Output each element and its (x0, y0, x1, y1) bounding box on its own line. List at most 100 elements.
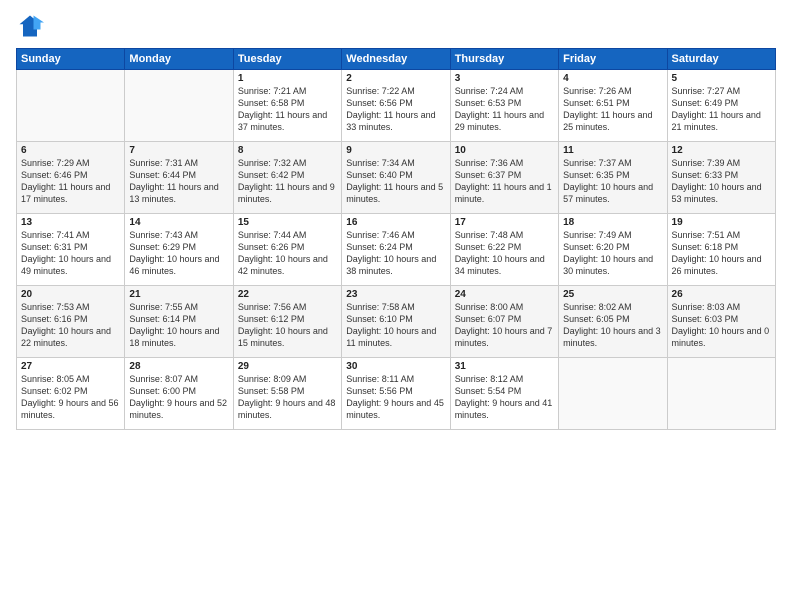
calendar-cell (559, 358, 667, 430)
calendar-cell: 15Sunrise: 7:44 AM Sunset: 6:26 PM Dayli… (233, 214, 341, 286)
calendar-cell: 25Sunrise: 8:02 AM Sunset: 6:05 PM Dayli… (559, 286, 667, 358)
day-number: 11 (563, 145, 662, 156)
calendar-cell: 21Sunrise: 7:55 AM Sunset: 6:14 PM Dayli… (125, 286, 233, 358)
day-number: 15 (238, 217, 337, 228)
weekday-header-monday: Monday (125, 49, 233, 70)
day-number: 3 (455, 73, 554, 84)
calendar-cell: 7Sunrise: 7:31 AM Sunset: 6:44 PM Daylig… (125, 142, 233, 214)
calendar-cell: 23Sunrise: 7:58 AM Sunset: 6:10 PM Dayli… (342, 286, 450, 358)
day-number: 30 (346, 361, 445, 372)
cell-content: Sunrise: 7:44 AM Sunset: 6:26 PM Dayligh… (238, 229, 337, 278)
calendar-cell: 11Sunrise: 7:37 AM Sunset: 6:35 PM Dayli… (559, 142, 667, 214)
day-number: 12 (672, 145, 771, 156)
day-number: 13 (21, 217, 120, 228)
cell-content: Sunrise: 7:39 AM Sunset: 6:33 PM Dayligh… (672, 157, 771, 206)
calendar-cell: 12Sunrise: 7:39 AM Sunset: 6:33 PM Dayli… (667, 142, 775, 214)
calendar-cell: 8Sunrise: 7:32 AM Sunset: 6:42 PM Daylig… (233, 142, 341, 214)
day-number: 8 (238, 145, 337, 156)
calendar-cell: 26Sunrise: 8:03 AM Sunset: 6:03 PM Dayli… (667, 286, 775, 358)
cell-content: Sunrise: 7:55 AM Sunset: 6:14 PM Dayligh… (129, 301, 228, 350)
calendar-cell: 20Sunrise: 7:53 AM Sunset: 6:16 PM Dayli… (17, 286, 125, 358)
calendar-cell (125, 70, 233, 142)
cell-content: Sunrise: 7:51 AM Sunset: 6:18 PM Dayligh… (672, 229, 771, 278)
calendar-cell: 2Sunrise: 7:22 AM Sunset: 6:56 PM Daylig… (342, 70, 450, 142)
cell-content: Sunrise: 7:21 AM Sunset: 6:58 PM Dayligh… (238, 85, 337, 134)
cell-content: Sunrise: 7:36 AM Sunset: 6:37 PM Dayligh… (455, 157, 554, 206)
logo-icon (16, 12, 44, 40)
cell-content: Sunrise: 7:34 AM Sunset: 6:40 PM Dayligh… (346, 157, 445, 206)
cell-content: Sunrise: 7:27 AM Sunset: 6:49 PM Dayligh… (672, 85, 771, 134)
calendar-cell: 24Sunrise: 8:00 AM Sunset: 6:07 PM Dayli… (450, 286, 558, 358)
cell-content: Sunrise: 8:07 AM Sunset: 6:00 PM Dayligh… (129, 373, 228, 422)
cell-content: Sunrise: 8:12 AM Sunset: 5:54 PM Dayligh… (455, 373, 554, 422)
day-number: 7 (129, 145, 228, 156)
calendar-cell: 17Sunrise: 7:48 AM Sunset: 6:22 PM Dayli… (450, 214, 558, 286)
weekday-header-thursday: Thursday (450, 49, 558, 70)
day-number: 20 (21, 289, 120, 300)
weekday-header-wednesday: Wednesday (342, 49, 450, 70)
cell-content: Sunrise: 7:22 AM Sunset: 6:56 PM Dayligh… (346, 85, 445, 134)
calendar-cell: 19Sunrise: 7:51 AM Sunset: 6:18 PM Dayli… (667, 214, 775, 286)
day-number: 4 (563, 73, 662, 84)
cell-content: Sunrise: 8:05 AM Sunset: 6:02 PM Dayligh… (21, 373, 120, 422)
cell-content: Sunrise: 8:00 AM Sunset: 6:07 PM Dayligh… (455, 301, 554, 350)
day-number: 27 (21, 361, 120, 372)
cell-content: Sunrise: 7:43 AM Sunset: 6:29 PM Dayligh… (129, 229, 228, 278)
weekday-header-tuesday: Tuesday (233, 49, 341, 70)
logo (16, 12, 46, 40)
cell-content: Sunrise: 8:09 AM Sunset: 5:58 PM Dayligh… (238, 373, 337, 422)
calendar-table: SundayMondayTuesdayWednesdayThursdayFrid… (16, 48, 776, 430)
calendar-cell: 6Sunrise: 7:29 AM Sunset: 6:46 PM Daylig… (17, 142, 125, 214)
calendar-cell: 4Sunrise: 7:26 AM Sunset: 6:51 PM Daylig… (559, 70, 667, 142)
calendar-cell: 22Sunrise: 7:56 AM Sunset: 6:12 PM Dayli… (233, 286, 341, 358)
day-number: 29 (238, 361, 337, 372)
calendar-week-row: 1Sunrise: 7:21 AM Sunset: 6:58 PM Daylig… (17, 70, 776, 142)
day-number: 9 (346, 145, 445, 156)
calendar-week-row: 27Sunrise: 8:05 AM Sunset: 6:02 PM Dayli… (17, 358, 776, 430)
cell-content: Sunrise: 7:46 AM Sunset: 6:24 PM Dayligh… (346, 229, 445, 278)
day-number: 26 (672, 289, 771, 300)
cell-content: Sunrise: 7:48 AM Sunset: 6:22 PM Dayligh… (455, 229, 554, 278)
day-number: 23 (346, 289, 445, 300)
cell-content: Sunrise: 7:56 AM Sunset: 6:12 PM Dayligh… (238, 301, 337, 350)
weekday-header-sunday: Sunday (17, 49, 125, 70)
cell-content: Sunrise: 7:41 AM Sunset: 6:31 PM Dayligh… (21, 229, 120, 278)
weekday-header-saturday: Saturday (667, 49, 775, 70)
day-number: 6 (21, 145, 120, 156)
day-number: 24 (455, 289, 554, 300)
header (16, 12, 776, 40)
cell-content: Sunrise: 7:49 AM Sunset: 6:20 PM Dayligh… (563, 229, 662, 278)
day-number: 31 (455, 361, 554, 372)
cell-content: Sunrise: 7:24 AM Sunset: 6:53 PM Dayligh… (455, 85, 554, 134)
day-number: 5 (672, 73, 771, 84)
day-number: 17 (455, 217, 554, 228)
day-number: 1 (238, 73, 337, 84)
day-number: 19 (672, 217, 771, 228)
calendar-cell: 5Sunrise: 7:27 AM Sunset: 6:49 PM Daylig… (667, 70, 775, 142)
day-number: 18 (563, 217, 662, 228)
calendar-cell: 9Sunrise: 7:34 AM Sunset: 6:40 PM Daylig… (342, 142, 450, 214)
day-number: 10 (455, 145, 554, 156)
calendar-week-row: 6Sunrise: 7:29 AM Sunset: 6:46 PM Daylig… (17, 142, 776, 214)
calendar-cell: 29Sunrise: 8:09 AM Sunset: 5:58 PM Dayli… (233, 358, 341, 430)
cell-content: Sunrise: 8:03 AM Sunset: 6:03 PM Dayligh… (672, 301, 771, 350)
cell-content: Sunrise: 7:32 AM Sunset: 6:42 PM Dayligh… (238, 157, 337, 206)
calendar-cell (667, 358, 775, 430)
day-number: 28 (129, 361, 228, 372)
calendar-cell (17, 70, 125, 142)
day-number: 21 (129, 289, 228, 300)
day-number: 2 (346, 73, 445, 84)
day-number: 14 (129, 217, 228, 228)
calendar-cell: 18Sunrise: 7:49 AM Sunset: 6:20 PM Dayli… (559, 214, 667, 286)
calendar-week-row: 13Sunrise: 7:41 AM Sunset: 6:31 PM Dayli… (17, 214, 776, 286)
page: SundayMondayTuesdayWednesdayThursdayFrid… (0, 0, 792, 612)
weekday-header-friday: Friday (559, 49, 667, 70)
calendar-week-row: 20Sunrise: 7:53 AM Sunset: 6:16 PM Dayli… (17, 286, 776, 358)
calendar-cell: 30Sunrise: 8:11 AM Sunset: 5:56 PM Dayli… (342, 358, 450, 430)
calendar-cell: 31Sunrise: 8:12 AM Sunset: 5:54 PM Dayli… (450, 358, 558, 430)
calendar-cell: 27Sunrise: 8:05 AM Sunset: 6:02 PM Dayli… (17, 358, 125, 430)
cell-content: Sunrise: 7:26 AM Sunset: 6:51 PM Dayligh… (563, 85, 662, 134)
day-number: 16 (346, 217, 445, 228)
calendar-cell: 16Sunrise: 7:46 AM Sunset: 6:24 PM Dayli… (342, 214, 450, 286)
day-number: 22 (238, 289, 337, 300)
